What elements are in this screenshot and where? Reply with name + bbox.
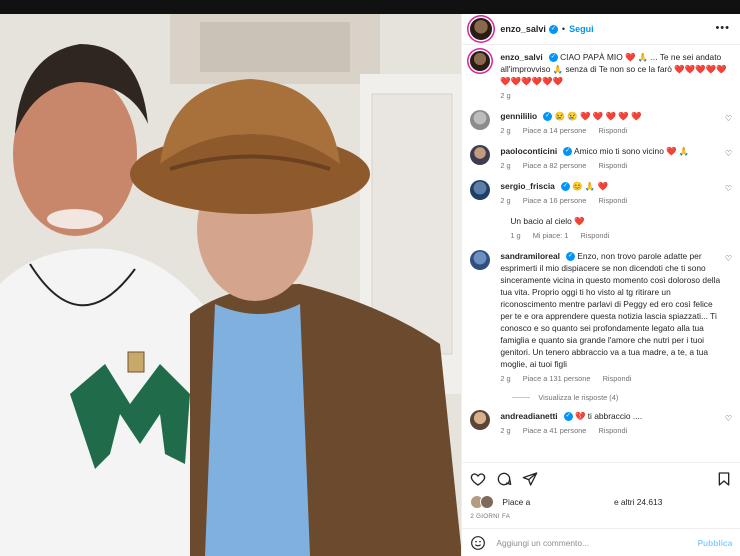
publish-button[interactable]: Pubblica	[697, 538, 732, 548]
caption-avatar[interactable]	[470, 51, 491, 71]
heart-icon[interactable]	[470, 471, 486, 487]
comment-item: andreadianetti ✓ 💔 ti abbraccio .... 2 g …	[470, 410, 732, 437]
caption-age: 2 g	[500, 91, 511, 100]
verified-icon: ✓	[548, 53, 558, 63]
photo-illustration	[0, 14, 462, 556]
post-actions: Piace a e altri 24.613 2 GIORNI FA	[462, 462, 740, 520]
commenter-avatar[interactable]	[470, 250, 491, 270]
comment-age: 2 g	[500, 374, 511, 383]
comment-item: sandramiloreal ✓ Enzo, non trovo parole a…	[470, 250, 732, 385]
comment-likes[interactable]: Piace a 14 persone	[523, 126, 587, 135]
likes-prefix: Piace a	[502, 497, 531, 507]
reply-text: Un bacio al cielo ❤️	[510, 216, 585, 226]
comment-icon[interactable]	[496, 471, 512, 487]
bookmark-icon[interactable]	[716, 471, 732, 487]
verified-icon: ✓	[543, 112, 553, 122]
comment-likes[interactable]: Piace a 82 persone	[523, 161, 587, 170]
caption: enzo_salvi ✓ CIAO PAPÀ MIO ❤️ 🙏 ... Te ne…	[470, 51, 732, 102]
reply-button[interactable]: Rispondi	[581, 231, 610, 240]
separator-dot: •	[561, 24, 566, 34]
comment-text: 😢 😢 ❤️ ❤️ ❤️ ❤️ ❤️	[554, 111, 642, 121]
reply-button[interactable]: Rispondi	[598, 196, 627, 205]
reply-button[interactable]: Rispondi	[598, 161, 627, 170]
reply-button[interactable]: Rispondi	[603, 374, 632, 383]
commenter-avatar[interactable]	[470, 410, 491, 430]
comment-author[interactable]: paoloconticini	[500, 146, 557, 156]
comment-text: Amico mio ti sono vicino ❤️ 🙏	[574, 146, 690, 156]
comment-like-icon[interactable]: ♡	[725, 113, 732, 137]
emoji-icon[interactable]	[470, 535, 486, 551]
liker-avatar	[480, 495, 495, 509]
add-comment-bar: Pubblica	[462, 528, 740, 556]
comment-like-icon[interactable]: ♡	[725, 183, 732, 207]
comment-age: 2 g	[500, 426, 511, 435]
comment-author[interactable]: sandramiloreal	[500, 251, 560, 261]
reply-button[interactable]: Rispondi	[598, 126, 627, 135]
comment-text: 💔 ti abbraccio ....	[574, 411, 643, 421]
comment-input[interactable]	[494, 536, 698, 549]
comment-like-icon[interactable]: ♡	[725, 253, 732, 385]
comment-likes[interactable]: Piace a 131 persone	[523, 374, 591, 383]
comment-likes[interactable]: Piace a 41 persone	[523, 426, 587, 435]
comment-text: Enzo, non trovo parole adatte per esprim…	[500, 251, 721, 369]
comment-age: 2 g	[500, 126, 511, 135]
top-bar	[0, 0, 740, 14]
reply-age: 1 g	[510, 231, 521, 240]
verified-icon: ✓	[563, 412, 573, 422]
paper-plane-icon[interactable]	[522, 471, 538, 487]
follow-button[interactable]: Segui	[569, 24, 594, 34]
comment-author[interactable]: gennililio	[500, 111, 537, 121]
view-replies-button[interactable]: Visualizza le risposte (4)	[512, 393, 732, 402]
post-photo	[0, 14, 462, 556]
commenter-avatar[interactable]	[470, 180, 491, 200]
comment-likes[interactable]: Piace a 16 persone	[523, 196, 587, 205]
post-date: 2 GIORNI FA	[470, 513, 511, 520]
verified-icon: ✓	[548, 24, 558, 34]
post-header: enzo_salvi ✓ • Segui •••	[462, 14, 740, 45]
likes-suffix[interactable]: e altri 24.613	[614, 497, 662, 507]
reply-likes[interactable]: Mi piace: 1	[533, 231, 569, 240]
reply-button[interactable]: Rispondi	[598, 426, 627, 435]
comments-list[interactable]: enzo_salvi ✓ CIAO PAPÀ MIO ❤️ 🙏 ... Te ne…	[462, 45, 740, 469]
more-options-icon[interactable]: •••	[715, 22, 730, 34]
likes-summary[interactable]: Piace a e altri 24.613	[470, 495, 732, 509]
caption-author[interactable]: enzo_salvi	[500, 52, 542, 62]
comment-item: paoloconticini ✓ Amico mio ti sono vicino…	[470, 145, 732, 172]
comment-item: sergio_friscia ✓ 😊 🙏 ❤️ 2 g Piace a 16 pe…	[470, 180, 732, 207]
comment-author[interactable]: andreadianetti	[500, 411, 557, 421]
reply-item: Un bacio al cielo ❤️ 1 g Mi piace: 1 Ris…	[500, 215, 732, 242]
verified-icon: ✓	[560, 182, 570, 192]
post-side-panel: enzo_salvi ✓ • Segui ••• enzo_salvi ✓ CIA…	[461, 14, 740, 556]
comment-text: 😊 🙏 ❤️	[572, 181, 609, 191]
verified-icon: ✓	[565, 252, 575, 262]
commenter-avatar[interactable]	[470, 145, 491, 165]
comment-age: 2 g	[500, 161, 511, 170]
post-modal: enzo_salvi ✓ • Segui ••• enzo_salvi ✓ CIA…	[0, 14, 740, 556]
comment-like-icon[interactable]: ♡	[725, 148, 732, 172]
comment-like-icon[interactable]: ♡	[725, 413, 732, 437]
comment-item: gennililio ✓ 😢 😢 ❤️ ❤️ ❤️ ❤️ ❤️ 2 g Piace…	[470, 110, 732, 137]
commenter-avatar[interactable]	[470, 110, 491, 130]
verified-icon: ✓	[563, 147, 573, 157]
comment-author[interactable]: sergio_friscia	[500, 181, 554, 191]
author-username[interactable]: enzo_salvi	[500, 24, 546, 34]
comment-age: 2 g	[500, 196, 511, 205]
author-avatar[interactable]	[470, 18, 493, 40]
